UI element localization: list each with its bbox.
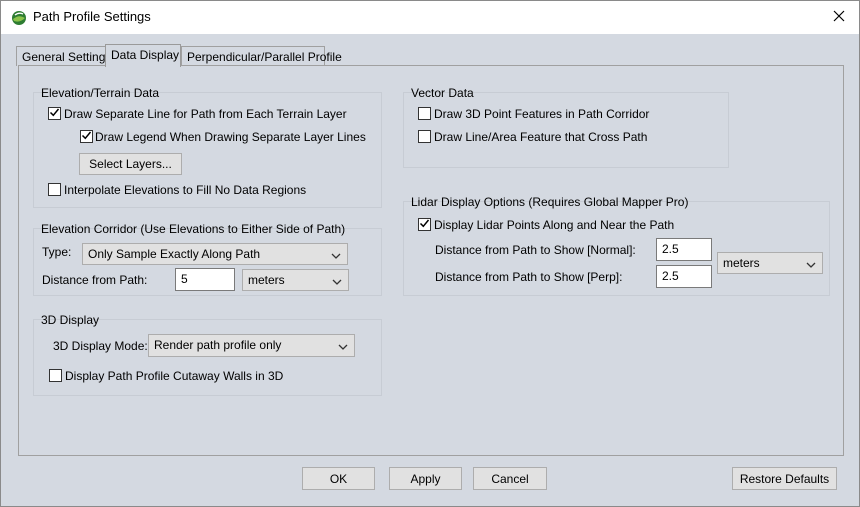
lidar-perp-label: Distance from Path to Show [Perp]: <box>435 270 623 284</box>
restore-defaults-button[interactable]: Restore Defaults <box>732 467 837 490</box>
corridor-type-label: Type: <box>42 245 72 259</box>
chevron-down-icon <box>332 275 342 289</box>
cancel-button[interactable]: Cancel <box>473 467 547 490</box>
corridor-type-select[interactable]: Only Sample Exactly Along Path <box>82 243 348 265</box>
cutaway-walls-checkbox[interactable] <box>49 369 62 382</box>
interpolate-checkbox[interactable] <box>48 183 61 196</box>
display-3d-mode-label: 3D Display Mode: <box>53 339 148 353</box>
lidar-unit-value: meters <box>723 256 760 270</box>
display-3d-group <box>33 319 382 396</box>
tab-perpendicular-parallel-profile[interactable]: Perpendicular/Parallel Profile <box>181 46 342 66</box>
window-title: Path Profile Settings <box>33 9 151 24</box>
tab-data-display[interactable]: Data Display <box>105 44 181 67</box>
cutaway-walls-label: Display Path Profile Cutaway Walls in 3D <box>65 369 284 383</box>
tab-content-panel: Elevation/Terrain Data Draw Separate Lin… <box>18 65 844 456</box>
display-3d-title: 3D Display <box>41 313 100 327</box>
app-globe-icon <box>11 10 27 26</box>
lidar-display-points-label: Display Lidar Points Along and Near the … <box>434 218 675 232</box>
display-3d-mode-value: Render path profile only <box>154 338 282 352</box>
corridor-distance-input[interactable]: 5 <box>175 268 235 291</box>
draw-legend-checkbox[interactable] <box>80 130 93 143</box>
lidar-normal-input[interactable]: 2.5 <box>656 238 712 261</box>
lidar-unit-select[interactable]: meters <box>717 252 823 274</box>
close-icon <box>833 10 845 25</box>
corridor-distance-label: Distance from Path: <box>42 273 148 287</box>
checkmark-icon <box>81 130 92 144</box>
point-features-checkbox[interactable] <box>418 107 431 120</box>
display-3d-mode-select[interactable]: Render path profile only <box>148 334 355 357</box>
tab-general-settings[interactable]: General Settings <box>16 46 111 66</box>
checkmark-icon <box>419 218 430 232</box>
title-bar: Path Profile Settings <box>1 1 859 34</box>
corridor-type-value: Only Sample Exactly Along Path <box>88 247 261 261</box>
point-features-label: Draw 3D Point Features in Path Corridor <box>434 107 650 121</box>
chevron-down-icon <box>806 258 816 272</box>
dialog-window: Path Profile Settings General Settings D… <box>0 0 860 507</box>
corridor-distance-unit-value: meters <box>248 273 285 287</box>
close-button[interactable] <box>819 1 859 34</box>
interpolate-label: Interpolate Elevations to Fill No Data R… <box>64 183 307 197</box>
select-layers-button[interactable]: Select Layers... <box>79 153 182 175</box>
draw-separate-line-label: Draw Separate Line for Path from Each Te… <box>64 107 347 121</box>
lidar-perp-input[interactable]: 2.5 <box>656 265 712 288</box>
ok-button[interactable]: OK <box>302 467 375 490</box>
apply-button[interactable]: Apply <box>389 467 462 490</box>
chevron-down-icon <box>338 340 348 354</box>
lidar-title: Lidar Display Options (Requires Global M… <box>411 195 689 209</box>
line-area-checkbox[interactable] <box>418 130 431 143</box>
draw-legend-label: Draw Legend When Drawing Separate Layer … <box>95 130 366 144</box>
line-area-label: Draw Line/Area Feature that Cross Path <box>434 130 648 144</box>
corridor-distance-unit-select[interactable]: meters <box>242 269 349 291</box>
checkmark-icon <box>49 107 60 121</box>
lidar-display-points-checkbox[interactable] <box>418 218 431 231</box>
draw-separate-line-checkbox[interactable] <box>48 107 61 120</box>
vector-data-title: Vector Data <box>411 86 474 100</box>
elevation-terrain-title: Elevation/Terrain Data <box>41 86 160 100</box>
chevron-down-icon <box>331 249 341 263</box>
elevation-corridor-title: Elevation Corridor (Use Elevations to Ei… <box>41 222 346 236</box>
lidar-normal-label: Distance from Path to Show [Normal]: <box>435 243 636 257</box>
